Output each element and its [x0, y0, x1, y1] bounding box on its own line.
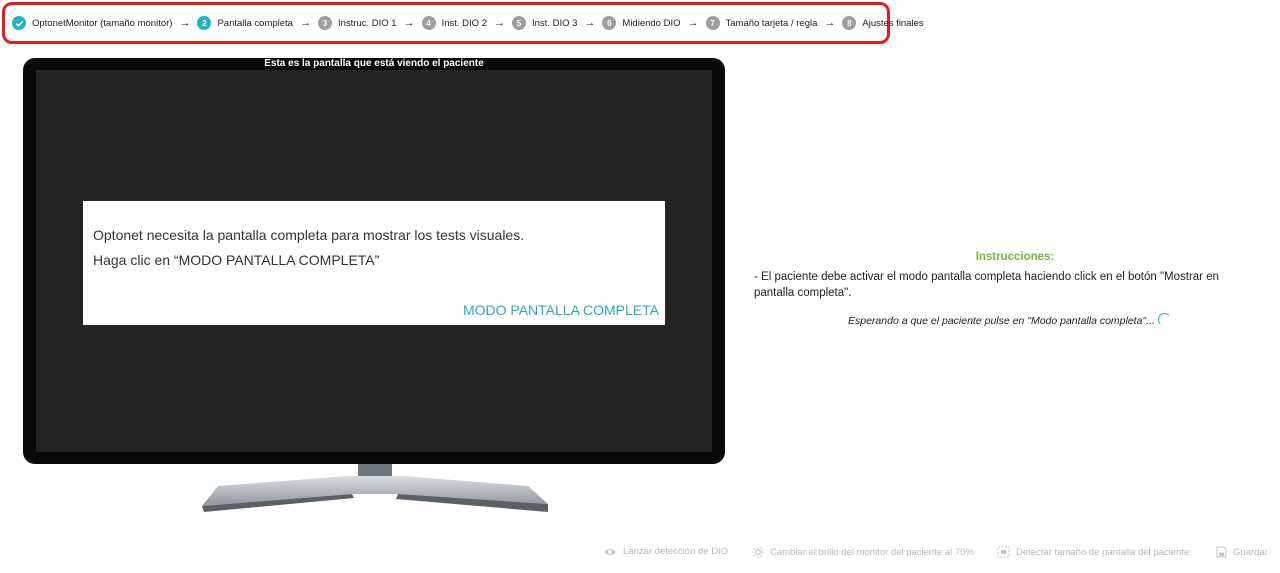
step-tamano-tarjeta[interactable]: 7 Tamaño tarjeta / regla →: [705, 16, 843, 30]
patient-monitor-preview: Esta es la pantalla que está viendo el p…: [23, 58, 725, 464]
dialog-message: Optonet necesita la pantalla completa pa…: [93, 227, 525, 243]
step-number: 6: [602, 16, 617, 30]
step-pantalla-completa[interactable]: 2 Pantalla completa →: [197, 16, 318, 30]
eye-icon: [603, 547, 617, 557]
detect-screen-size-button[interactable]: Detectar tamaño de pantalla del paciente: [997, 546, 1189, 558]
screen-size-icon: [997, 546, 1010, 558]
arrow-right-icon: →: [299, 17, 311, 29]
step-optonet-monitor[interactable]: OptonetMonitor (tamaño monitor) →: [12, 16, 197, 30]
step-label: Midiendo DIO: [622, 17, 681, 29]
instructions-title: Instrucciones:: [975, 251, 1055, 263]
step-number: 3: [317, 16, 332, 30]
arrow-right-icon: →: [687, 17, 699, 29]
step-label: Tamaño tarjeta / regla: [725, 17, 818, 29]
step-label: Inst. DIO 2: [441, 17, 487, 29]
instructions-text: - El paciente debe activar el modo panta…: [754, 271, 1219, 299]
brightness-icon: [752, 546, 764, 558]
step-label: Inst. DIO 3: [532, 17, 578, 29]
waiting-text: Esperando a que el paciente pulse en "Mo…: [848, 315, 1155, 327]
detect-dio-button[interactable]: Lanzar detección de DIO: [603, 546, 728, 557]
brightness-button[interactable]: Cambiar el brillo del monitor del pacien…: [752, 546, 974, 558]
step-label: Ajustes finales: [862, 17, 924, 29]
save-label: Guardar: [1233, 546, 1268, 558]
step-number: 4: [421, 16, 436, 30]
arrow-right-icon: →: [824, 17, 836, 29]
step-ajustes-finales[interactable]: 8 Ajustes finales: [842, 16, 924, 30]
step-number: 8: [842, 16, 857, 30]
detect-screen-size-label: Detectar tamaño de pantalla del paciente: [1016, 546, 1190, 558]
brightness-label: Cambiar el brillo del monitor del pacien…: [770, 546, 974, 558]
wizard-stepper: OptonetMonitor (tamaño monitor) → 2 Pant…: [2, 2, 924, 44]
step-midiendo-dio[interactable]: 6 Midiendo DIO →: [602, 16, 705, 30]
loading-spinner-icon: [1157, 312, 1171, 326]
arrow-right-icon: →: [403, 17, 415, 29]
monitor-screen: Optonet necesita la pantalla completa pa…: [36, 70, 712, 452]
fullscreen-mode-button[interactable]: MODO PANTALLA COMPLETA: [463, 302, 659, 318]
monitor-stand: [202, 464, 548, 512]
step-label: Instruc. DIO 1: [337, 17, 397, 29]
step-number: 7: [705, 16, 720, 30]
arrow-right-icon: →: [494, 17, 505, 29]
bottom-actions: Lanzar detección de DIO Cambiar el brill…: [0, 546, 1280, 560]
fullscreen-dialog: Optonet necesita la pantalla completa pa…: [83, 201, 665, 325]
save-button[interactable]: Guardar: [1216, 546, 1268, 558]
step-number: 5: [512, 16, 526, 30]
dialog-instruction: Haga clic en “MODO PANTALLA COMPLETA”: [93, 252, 380, 268]
step-number: 2: [197, 16, 212, 30]
step-label: Pantalla completa: [217, 17, 293, 29]
check-icon: [12, 16, 26, 30]
step-instruc-dio-1[interactable]: 3 Instruc. DIO 1 →: [317, 16, 422, 30]
step-inst-dio-3[interactable]: 5 Inst. DIO 3 →: [512, 16, 602, 30]
monitor-caption: Esta es la pantalla que está viendo el p…: [264, 58, 484, 69]
detect-dio-label: Lanzar detección de DIO: [623, 546, 729, 557]
arrow-right-icon: →: [179, 17, 191, 29]
save-icon: [1216, 546, 1227, 558]
arrow-right-icon: →: [584, 17, 596, 29]
step-label: OptonetMonitor (tamaño monitor): [32, 17, 173, 29]
step-inst-dio-2[interactable]: 4 Inst. DIO 2 →: [421, 16, 512, 30]
waiting-status: Esperando a que el paciente pulse en "Mo…: [848, 312, 1171, 327]
